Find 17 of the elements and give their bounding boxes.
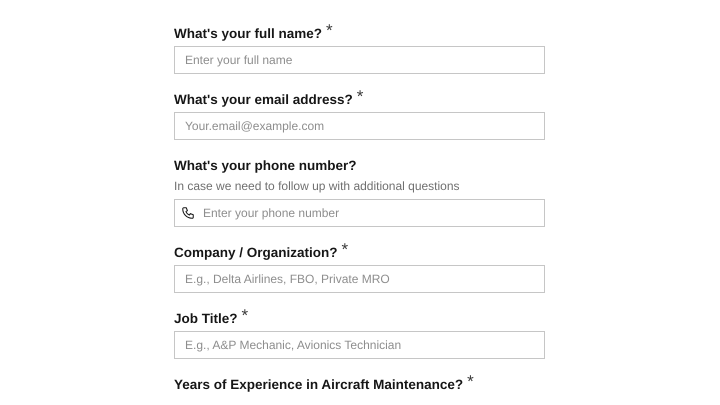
required-mark: * (356, 88, 364, 106)
input-field[interactable]: Your.email@example.com (174, 112, 545, 140)
phone-field[interactable]: Enter your phone number (174, 199, 545, 227)
input-field[interactable]: Enter your full name (174, 46, 545, 74)
required-mark: * (467, 373, 474, 391)
field-label: What's your full name? (174, 25, 322, 43)
field-label: Company / Organization? (174, 244, 338, 262)
field-label: What's your email address? (174, 91, 353, 109)
field-label: What's your phone number? (174, 157, 356, 175)
field-label: Job Title? (174, 310, 238, 328)
required-mark: * (242, 307, 248, 325)
input-field[interactable]: E.g., Delta Airlines, FBO, Private MRO (174, 265, 545, 293)
required-mark: * (342, 241, 348, 259)
required-mark: * (326, 22, 333, 40)
input-field[interactable]: E.g., A&P Mechanic, Avionics Technician (174, 331, 545, 359)
field-hint: In case we need to follow up with additional questions (174, 178, 461, 194)
field-label: Years of Experience in Aircraft Maintenance? (174, 376, 464, 394)
